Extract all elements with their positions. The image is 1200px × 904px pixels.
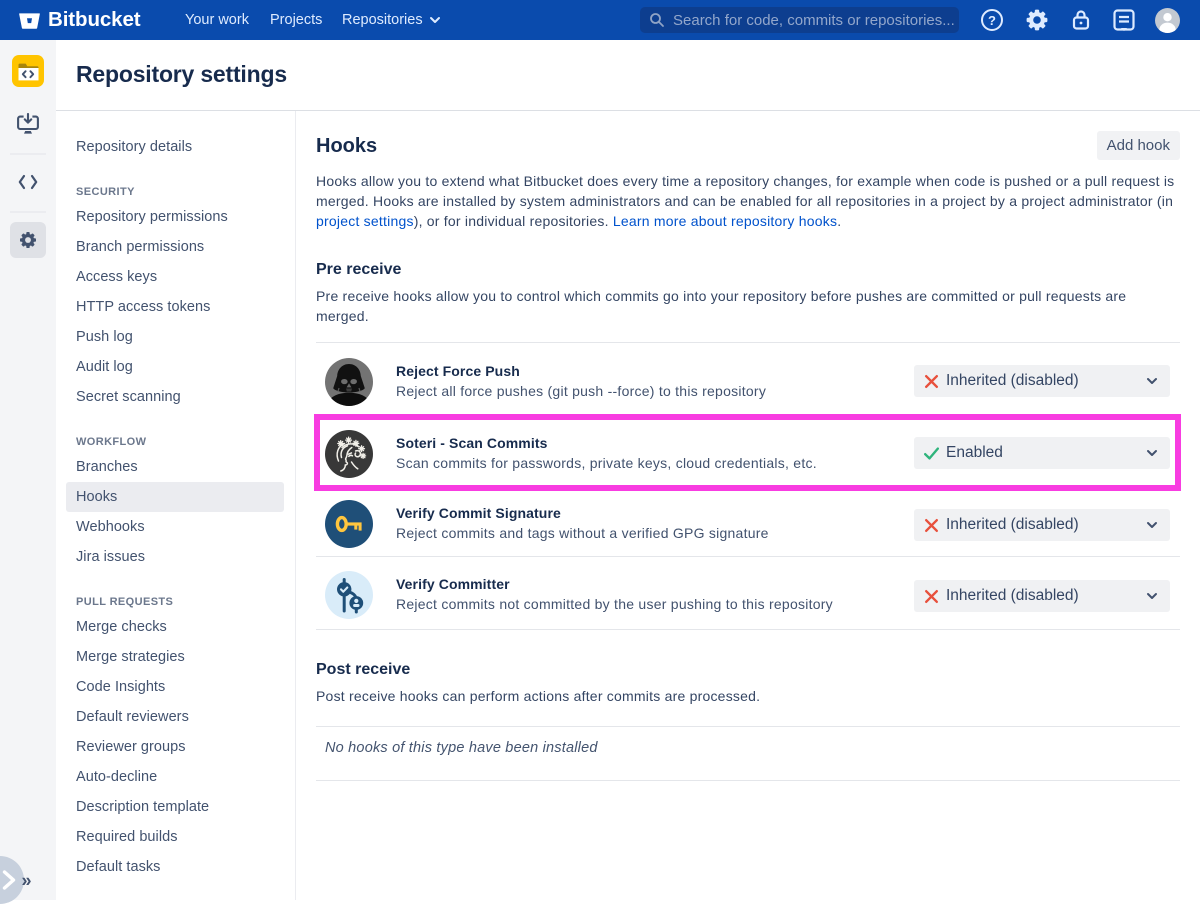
svg-text:»: » [22, 871, 32, 891]
svg-text:?: ? [988, 13, 996, 28]
